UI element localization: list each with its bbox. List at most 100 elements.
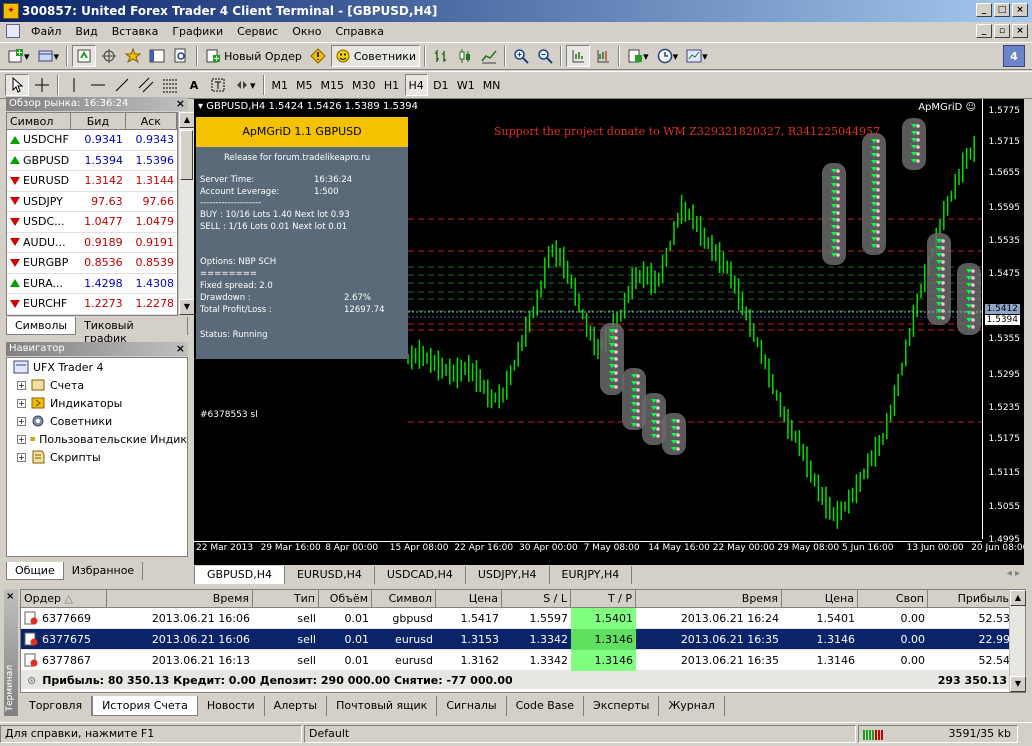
- scroll-down-button[interactable]: ▼: [179, 299, 195, 315]
- mdi-minimize-button[interactable]: _: [976, 24, 992, 38]
- cursor-tool[interactable]: [5, 74, 29, 96]
- expand-icon[interactable]: +: [17, 416, 26, 426]
- col-close-time[interactable]: Время: [636, 590, 782, 607]
- horizontal-line-tool[interactable]: [87, 74, 109, 96]
- menu-insert[interactable]: Вставка: [105, 25, 166, 38]
- col-type[interactable]: Тип: [253, 590, 319, 607]
- tab-account-history[interactable]: История Счета: [92, 696, 198, 716]
- nav-item-custom-indicators[interactable]: + Пользовательские Индик: [7, 430, 187, 448]
- col-open-time[interactable]: Время: [107, 590, 253, 607]
- expand-icon[interactable]: +: [17, 434, 26, 444]
- text-tool[interactable]: A: [183, 74, 205, 96]
- market-watch-row[interactable]: EURA... 1.4298 1.4308: [7, 274, 177, 294]
- nav-item-accounts[interactable]: + Счета: [7, 376, 187, 394]
- tab-favorites[interactable]: Избранное: [64, 562, 144, 580]
- expand-icon[interactable]: +: [17, 398, 26, 408]
- expand-icon[interactable]: +: [17, 452, 26, 462]
- tab-signals[interactable]: Сигналы: [437, 696, 507, 716]
- mdi-close-button[interactable]: ×: [1012, 24, 1028, 38]
- col-ask[interactable]: Аск: [126, 113, 177, 129]
- tf-h4[interactable]: H4: [404, 74, 428, 96]
- tf-w1[interactable]: W1: [454, 74, 478, 96]
- chart-window-icon[interactable]: [6, 24, 20, 38]
- tf-h1[interactable]: H1: [381, 74, 403, 96]
- menu-charts[interactable]: Графики: [165, 25, 230, 38]
- chart-shift-button[interactable]: [592, 45, 614, 67]
- notifications-badge[interactable]: 4: [1003, 45, 1025, 67]
- periods-button[interactable]: ▾: [654, 45, 682, 67]
- col-close-price[interactable]: Цена: [782, 590, 858, 607]
- menu-file[interactable]: Файл: [24, 25, 68, 38]
- tf-m5[interactable]: M5: [293, 74, 316, 96]
- crosshair-tool[interactable]: [31, 74, 53, 96]
- profiles-button[interactable]: ▾: [35, 45, 63, 67]
- chart-tab-usdjpy[interactable]: USDJPY,H4: [466, 566, 550, 584]
- tab-tick-chart[interactable]: Тиковый график: [76, 317, 188, 345]
- terminal-scroll-up[interactable]: ▲: [1010, 590, 1026, 606]
- navigator-button[interactable]: [122, 45, 144, 67]
- market-watch-row[interactable]: USDC... 1.0477 1.0479: [7, 212, 177, 233]
- market-watch-row[interactable]: GBPUSD 1.5394 1.5396: [7, 151, 177, 171]
- close-button[interactable]: ×: [1012, 3, 1028, 17]
- minimize-button[interactable]: _: [976, 3, 992, 17]
- tf-m1[interactable]: M1: [269, 74, 292, 96]
- col-symbol[interactable]: Символ: [7, 113, 72, 129]
- zoom-in-button[interactable]: [510, 45, 532, 67]
- zoom-out-button[interactable]: [534, 45, 556, 67]
- col-open-price[interactable]: Цена: [436, 590, 502, 607]
- chart-tab-gbpusd[interactable]: GBPUSD,H4: [194, 566, 285, 584]
- price-axis[interactable]: 1.5775 1.5715 1.5655 1.5595 1.5535 1.5475 1.54…: [982, 99, 1024, 545]
- nav-item-advisors[interactable]: + Советники: [7, 412, 187, 430]
- templates-button[interactable]: ▾: [683, 45, 711, 67]
- nav-root[interactable]: UFX Trader 4: [7, 358, 187, 376]
- strategy-tester-button[interactable]: [170, 45, 192, 67]
- terminal-button[interactable]: [146, 45, 168, 67]
- menu-tools[interactable]: Сервис: [230, 25, 285, 38]
- tf-m15[interactable]: M15: [318, 74, 348, 96]
- tf-m30[interactable]: M30: [349, 74, 379, 96]
- tf-d1[interactable]: D1: [430, 74, 452, 96]
- market-watch-row[interactable]: USDJPY 97.63 97.66: [7, 192, 177, 212]
- market-watch-button[interactable]: [72, 45, 97, 67]
- candlestick-button[interactable]: [454, 45, 476, 67]
- price-chart[interactable]: ▾ GBPUSD,H4 1.5424 1.5426 1.5389 1.5394 …: [194, 99, 1024, 565]
- market-watch-row[interactable]: EURGBP 0.8536 0.8539: [7, 253, 177, 274]
- col-swap[interactable]: Своп: [858, 590, 928, 607]
- menu-window[interactable]: Окно: [285, 25, 328, 38]
- tab-alerts[interactable]: Алерты: [265, 696, 328, 716]
- indicators-button[interactable]: ▾: [624, 45, 652, 67]
- tab-news[interactable]: Новости: [198, 696, 265, 716]
- chart-tab-eurjpy[interactable]: EURJPY,H4: [550, 566, 633, 584]
- terminal-scrollbar[interactable]: ▲ ▼: [1009, 590, 1026, 692]
- new-order-button[interactable]: Новый Ордер: [202, 45, 305, 67]
- scroll-up-button[interactable]: ▲: [179, 112, 195, 128]
- text-label-tool[interactable]: [207, 74, 229, 96]
- time-axis[interactable]: 22 Mar 2013 29 Mar 16:00 8 Apr 00:00 15 Apr…: [194, 541, 1024, 555]
- market-watch-row[interactable]: EURCHF 1.2273 1.2278: [7, 294, 177, 315]
- line-chart-button[interactable]: [478, 45, 500, 67]
- mdi-restore-button[interactable]: ▫: [994, 24, 1010, 38]
- market-watch-row[interactable]: EURUSD 1.3142 1.3144: [7, 171, 177, 192]
- new-chart-button[interactable]: ▾: [5, 45, 33, 67]
- nav-item-scripts[interactable]: + Скрипты: [7, 448, 187, 466]
- col-bid[interactable]: Бид: [71, 113, 126, 129]
- trendline-tool[interactable]: [111, 74, 133, 96]
- terminal-scroll-down[interactable]: ▼: [1010, 676, 1026, 692]
- tab-general[interactable]: Общие: [6, 562, 64, 580]
- market-watch-row[interactable]: USDCHF 0.9341 0.9343: [7, 130, 177, 151]
- chart-tabs-scroll-arrows[interactable]: ◂ ▸: [1007, 568, 1020, 579]
- history-row[interactable]: 6377867 2013.06.21 16:13 sell 0.01 eurusd 1.3…: [21, 649, 1025, 671]
- arrows-tool[interactable]: ▾: [231, 74, 259, 96]
- col-volume[interactable]: Объём: [319, 590, 372, 607]
- col-profit[interactable]: Прибыль: [928, 590, 1013, 607]
- scroll-thumb[interactable]: [180, 130, 193, 180]
- tab-trade[interactable]: Торговля: [20, 696, 93, 716]
- market-watch-row[interactable]: AUDU... 0.9189 0.9191: [7, 233, 177, 253]
- menu-view[interactable]: Вид: [68, 25, 104, 38]
- chart-tab-usdcad[interactable]: USDCAD,H4: [375, 566, 466, 584]
- maximize-button[interactable]: □: [994, 3, 1010, 17]
- history-row[interactable]: 6377675 2013.06.21 16:06 sell 0.01 eurusd 1.3…: [21, 628, 1025, 650]
- tab-code-base[interactable]: Code Base: [507, 696, 585, 716]
- status-profile[interactable]: Default: [304, 724, 856, 743]
- chart-tab-eurusd[interactable]: EURUSD,H4: [285, 566, 375, 584]
